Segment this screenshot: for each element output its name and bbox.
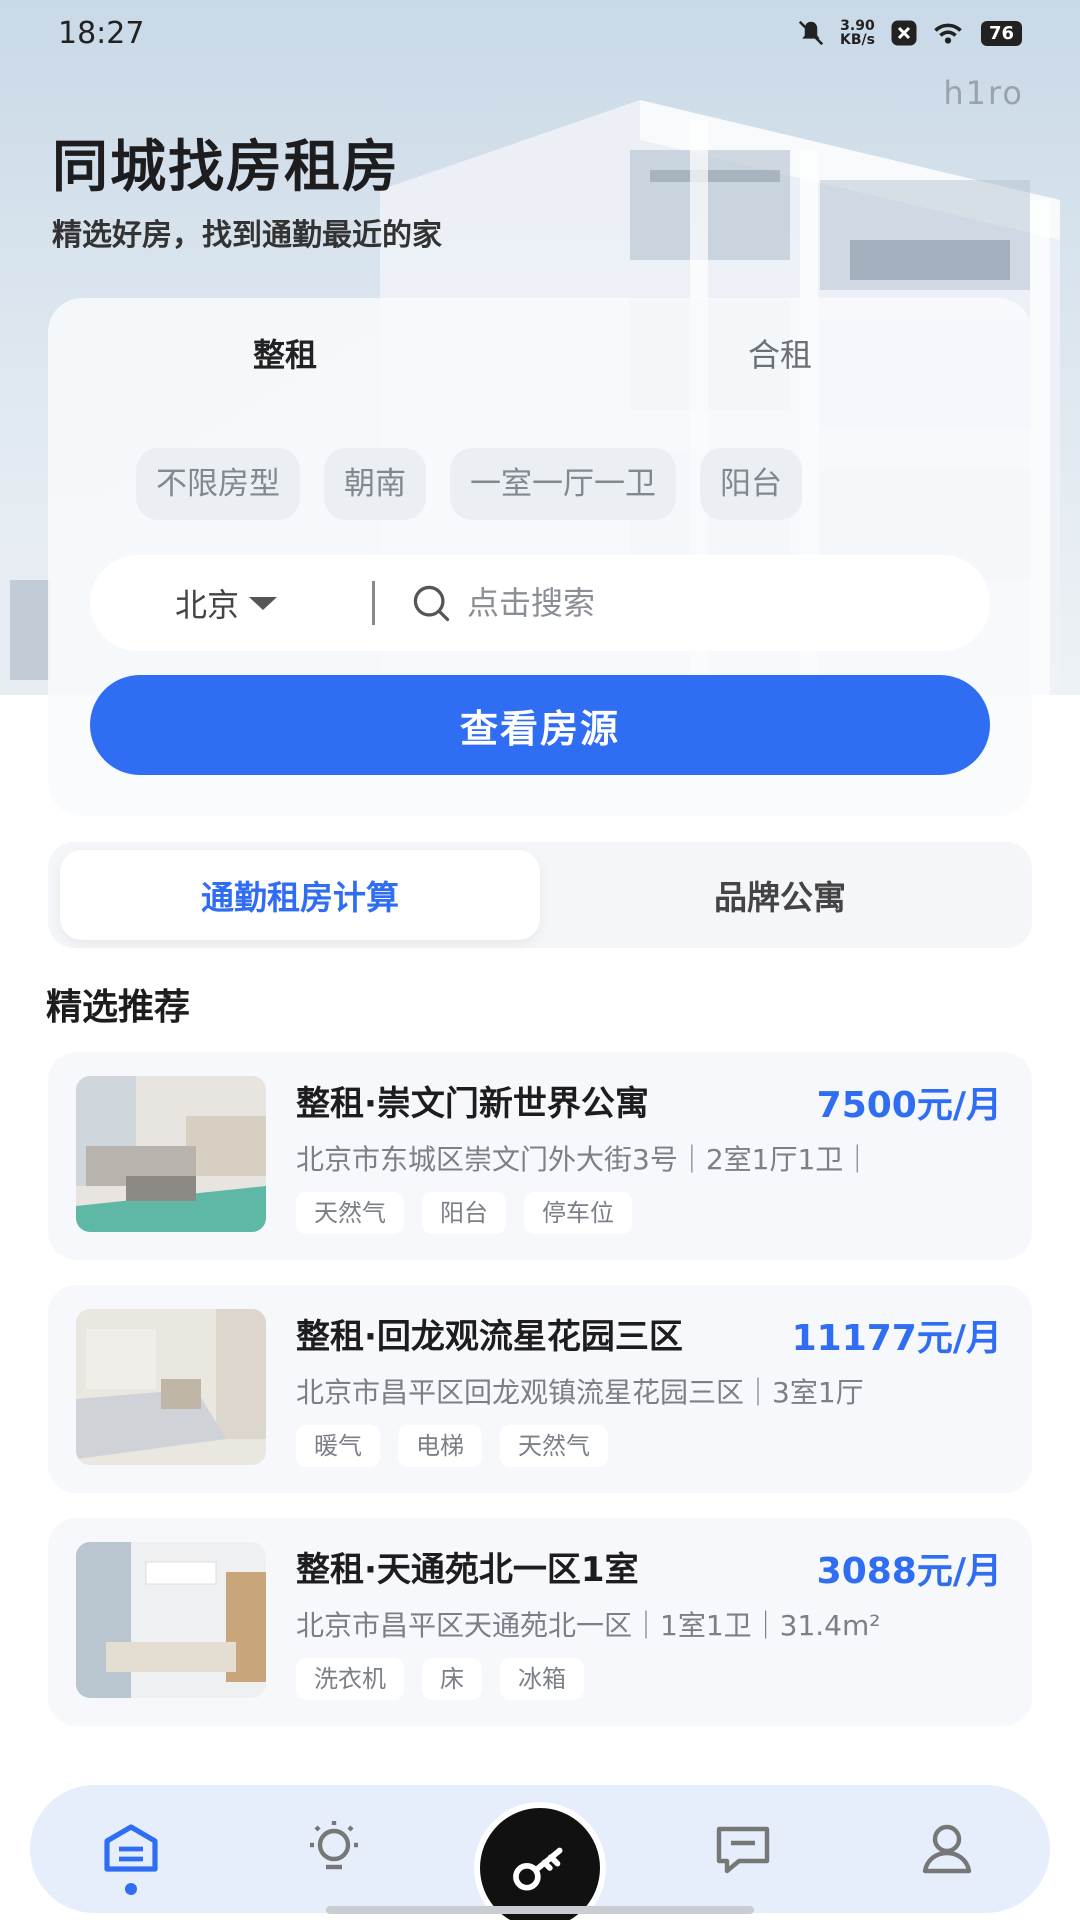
listing-card[interactable]: 整租·天通苑北一区1室 3088元/月 北京市昌平区天通苑北一区｜1室1卫｜31… [48,1518,1032,1726]
search-input[interactable] [467,584,947,622]
listing-title: 整租·天通苑北一区1室 [296,1550,639,1590]
page-subtitle: 精选好房，找到通勤最近的家 [52,218,442,253]
nav-discover[interactable] [274,1785,394,1913]
profile-icon [922,1824,972,1874]
home-icon [104,1824,158,1872]
active-indicator-dot [125,1883,137,1895]
nav-profile[interactable] [887,1785,1007,1913]
lightbulb-icon [310,1821,358,1870]
chip-south-facing[interactable]: 朝南 [324,448,426,520]
listing-tag: 电梯 [398,1425,482,1467]
battery-icon: 76 [980,20,1022,46]
watermark: h1ro [943,74,1024,112]
wifi-icon [934,23,962,44]
listing-title: 整租·崇文门新世界公寓 [296,1084,649,1124]
segment-whole-rent[interactable]: 整租 [253,330,317,376]
chip-balcony[interactable]: 阳台 [700,448,802,520]
search-bar: 北京 [90,555,990,651]
listing-tag: 天然气 [500,1425,608,1467]
net-speed: 3.90 KB/s [840,19,875,47]
city-selector[interactable]: 北京 [90,580,372,626]
listing-price: 11177元/月 [791,1318,1002,1359]
listing-photo [76,1076,266,1232]
caret-down-icon [249,596,278,610]
listing-tag: 停车位 [524,1192,632,1234]
listing-card[interactable]: 整租·回龙观流星花园三区 11177元/月 北京市昌平区回龙观镇流星花园三区｜3… [48,1285,1032,1493]
listing-title: 整租·回龙观流星花园三区 [296,1317,683,1357]
listing-price: 7500元/月 [816,1085,1002,1126]
listing-card[interactable]: 整租·崇文门新世界公寓 7500元/月 北京市东城区崇文门外大街3号｜2室1厅1… [48,1052,1032,1260]
view-listings-button[interactable]: 查看房源 [90,675,990,775]
notification-x-icon [891,20,917,46]
status-bar: 18:27 3.90 KB/s 76 [0,0,1080,66]
message-icon [716,1826,770,1874]
search-icon [413,585,450,622]
status-time: 18:27 [58,15,145,51]
status-icons: 3.90 KB/s 76 [796,18,1022,48]
city-label: 北京 [175,586,240,624]
filter-chips: 不限房型 朝南 一室一厅一卫 阳台 [136,448,802,520]
feature-tabs: 通勤租房计算 品牌公寓 [48,842,1032,948]
listing-address: 北京市昌平区天通苑北一区｜1室1卫｜31.4m² [296,1609,881,1642]
chip-one-bedroom[interactable]: 一室一厅一卫 [450,448,676,520]
nav-messages[interactable] [683,1785,803,1913]
listing-tag: 冰箱 [500,1658,584,1700]
net-speed-value: 3.90 [840,18,875,34]
listing-price: 3088元/月 [816,1551,1002,1592]
search-card: 整租 合租 不限房型 朝南 一室一厅一卫 阳台 北京 查看房源 [48,298,1032,816]
listing-tag: 天然气 [296,1192,404,1234]
listing-address: 北京市昌平区回龙观镇流星花园三区｜3室1厅 [296,1376,864,1409]
tab-commute-calc[interactable]: 通勤租房计算 [60,850,540,940]
key-icon [513,1847,563,1891]
net-speed-unit: KB/s [839,32,875,48]
listing-tag: 暖气 [296,1425,380,1467]
listing-tag: 床 [422,1658,482,1700]
home-indicator[interactable] [326,1906,754,1914]
listing-tags: 洗衣机 床 冰箱 [296,1658,584,1700]
section-title: 精选推荐 [46,987,191,1028]
listing-tag: 洗衣机 [296,1658,404,1700]
divider [372,581,375,625]
listing-address: 北京市东城区崇文门外大街3号｜2室1厅1卫｜ [296,1143,872,1176]
tab-brand-apartments[interactable]: 品牌公寓 [540,850,1020,940]
page-title: 同城找房租房 [52,135,400,200]
nav-home[interactable] [71,1785,191,1913]
listing-tags: 天然气 阳台 停车位 [296,1192,632,1234]
listing-photo [76,1542,266,1698]
segment-shared-rent[interactable]: 合租 [748,330,812,376]
listing-photo [76,1309,266,1465]
bell-muted-icon [798,20,824,46]
chip-any-layout[interactable]: 不限房型 [136,448,300,520]
listing-tag: 阳台 [422,1192,506,1234]
listing-tags: 暖气 电梯 天然气 [296,1425,608,1467]
